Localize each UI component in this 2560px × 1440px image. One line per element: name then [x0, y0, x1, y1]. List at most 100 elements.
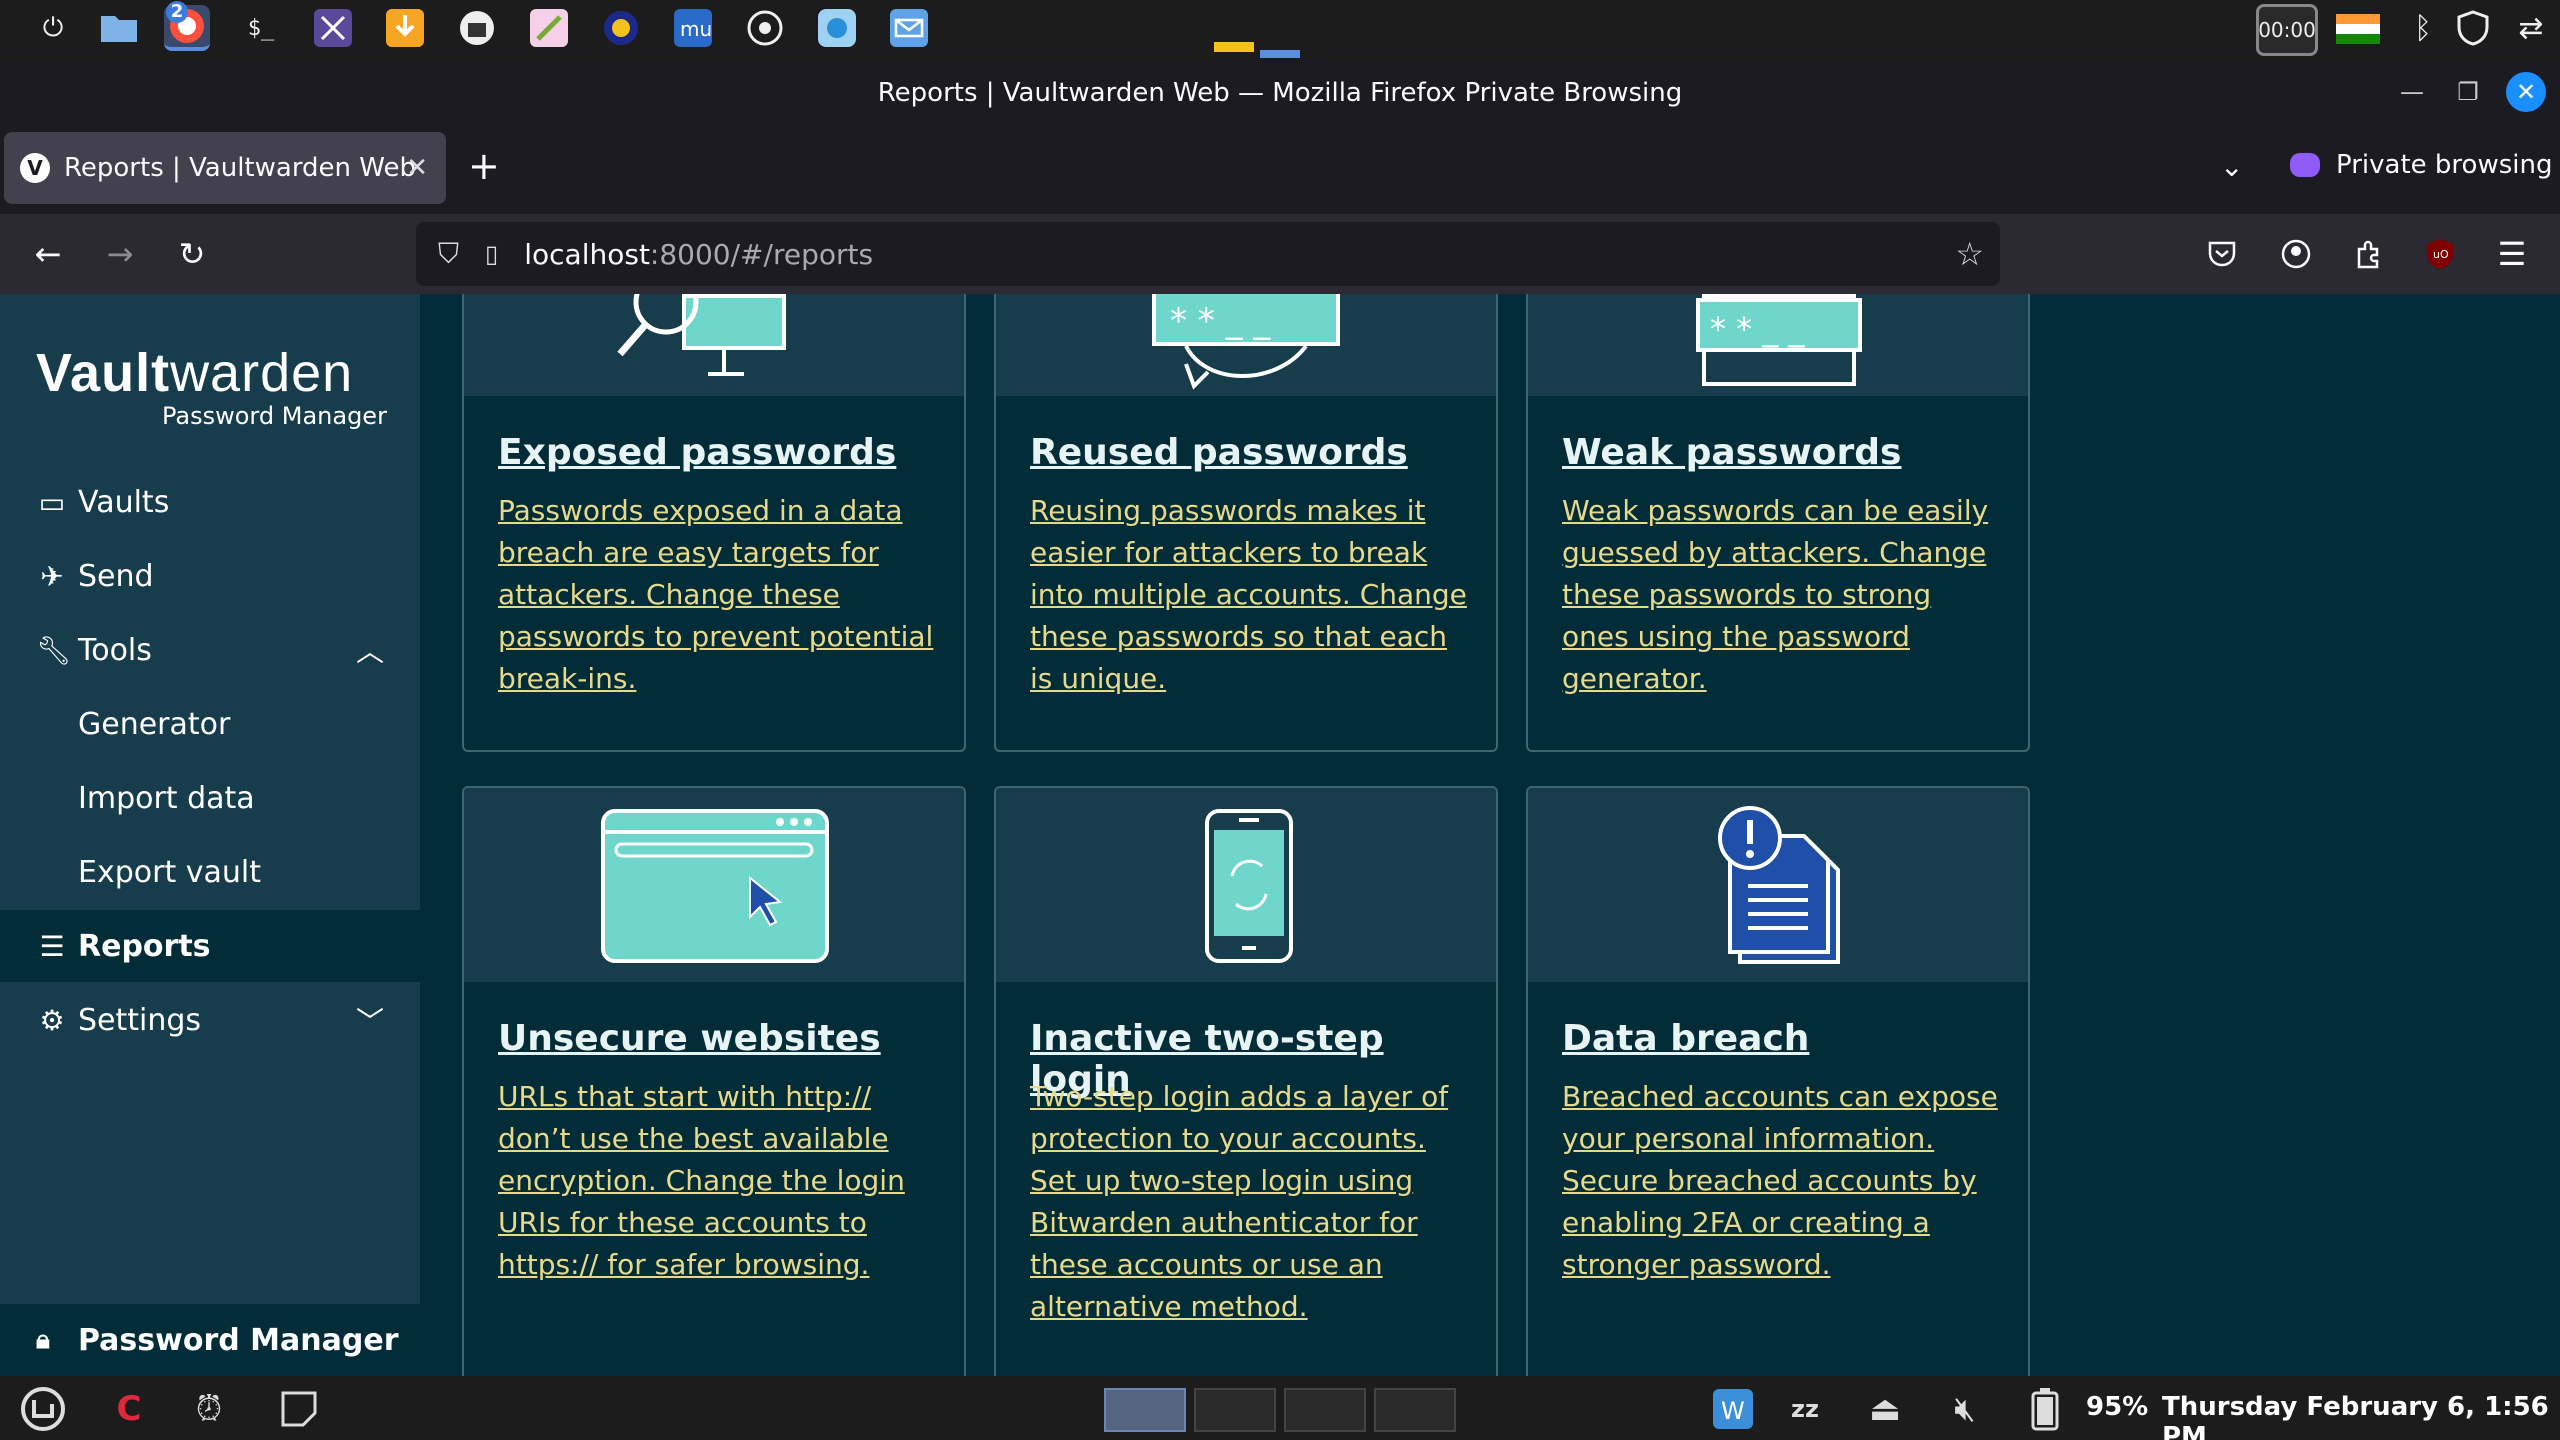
svg-text:W: W — [1721, 1397, 1745, 1425]
url-bar[interactable]: ⛉ ▯ localhost:8000/#/reports ☆ — [416, 222, 2000, 286]
minimize-icon[interactable]: — — [2392, 72, 2432, 112]
camera-app-icon[interactable] — [742, 5, 788, 51]
window-title: Reports | Vaultwarden Web — Mozilla Fire… — [0, 60, 2560, 130]
firefox-app-icon[interactable]: 2 — [164, 1, 210, 51]
store-app-icon[interactable] — [454, 5, 500, 51]
card-description[interactable]: Weak passwords can be easily guessed by … — [1562, 490, 2002, 700]
sidebar: Vaultwarden Password Manager ▭ Vaults ✈ … — [0, 294, 420, 1376]
url-path: :8000/#/reports — [649, 237, 874, 271]
card-description[interactable]: URLs that start with http:// don’t use t… — [498, 1076, 938, 1286]
card-title[interactable]: Data breach — [1562, 1018, 1809, 1059]
network-arrows-icon[interactable]: ⇄ — [2508, 5, 2554, 51]
shield-tray-icon[interactable] — [2450, 5, 2496, 51]
activity-indicator-icon — [1214, 42, 1254, 52]
browser-app-icon[interactable] — [814, 5, 860, 51]
mint-menu-icon[interactable] — [18, 1384, 68, 1434]
timer-widget[interactable]: 00:00 — [2256, 4, 2318, 56]
account-icon[interactable] — [2274, 232, 2318, 276]
sidebar-item-export-vault[interactable]: Export vault — [0, 836, 420, 908]
card-banner — [464, 788, 964, 982]
clock-datetime[interactable]: Thursday February 6, 1:56 PM — [2162, 1392, 2560, 1440]
bluetooth-icon[interactable]: ᛒ — [2400, 5, 2446, 51]
report-card-data-breach[interactable]: Data breach Breached accounts can expose… — [1526, 786, 2030, 1376]
sidebar-item-send[interactable]: ✈ Send — [0, 540, 420, 612]
notes-icon[interactable] — [274, 1384, 324, 1434]
sidebar-item-vaults[interactable]: ▭ Vaults — [0, 466, 420, 538]
private-browsing-label: Private browsing — [2336, 150, 2553, 180]
sidebar-item-settings[interactable]: ⚙ Settings ﹀ — [0, 984, 420, 1056]
private-browsing-indicator: Private browsing — [2290, 150, 2552, 180]
logo-v: V — [36, 343, 71, 403]
chevron-down-icon[interactable]: ﹀ — [356, 1000, 384, 1040]
eject-icon[interactable]: ⏏ — [1860, 1384, 1910, 1434]
vaultwarden-logo[interactable]: Vaultwarden Password Manager — [36, 342, 387, 430]
forward-icon[interactable]: → — [98, 232, 142, 276]
card-title[interactable]: Weak passwords — [1562, 432, 1901, 473]
report-card-inactive-two-step-login[interactable]: Inactive two-step login Two-step login a… — [994, 786, 1498, 1376]
report-card-weak-passwords[interactable]: * * _ _ Weak passwords Weak passwords ca… — [1526, 294, 2030, 752]
workspace-2[interactable] — [1194, 1388, 1276, 1432]
close-tab-icon[interactable]: ✕ — [406, 153, 428, 183]
bookmark-star-icon[interactable]: ☆ — [1955, 235, 1984, 273]
report-card-unsecure-websites[interactable]: Unsecure websites URLs that start with h… — [462, 786, 966, 1376]
sidebar-item-tools[interactable]: 🔧︎ Tools ︿ — [0, 614, 420, 686]
workspace-1[interactable] — [1104, 1388, 1186, 1432]
drawing-app-icon[interactable] — [526, 5, 572, 51]
card-description[interactable]: Breached accounts can expose your person… — [1562, 1076, 2002, 1286]
reused-passwords-illustration-icon: * * _ _ — [1152, 294, 1340, 390]
ccleaner-icon[interactable]: C — [104, 1384, 154, 1434]
alarm-clock-icon[interactable]: ⏰︎ — [184, 1384, 234, 1434]
writer-tray-icon[interactable]: W — [1708, 1384, 1758, 1434]
tracking-shield-icon[interactable]: ⛉ — [438, 237, 459, 271]
report-card-reused-passwords[interactable]: * * _ _ Reused passwords Reusing passwor… — [994, 294, 1498, 752]
mail-app-icon[interactable] — [886, 5, 932, 51]
close-window-icon[interactable]: ✕ — [2506, 72, 2546, 112]
chevron-up-icon[interactable]: ︿ — [356, 630, 384, 670]
installer-app-icon[interactable] — [382, 5, 428, 51]
card-banner — [464, 294, 964, 396]
workspace-4[interactable] — [1374, 1388, 1456, 1432]
sidebar-item-label: Generator — [78, 706, 231, 742]
card-title[interactable]: Exposed passwords — [498, 432, 896, 473]
extensions-icon[interactable] — [2346, 232, 2390, 276]
back-icon[interactable]: ← — [26, 232, 70, 276]
maximize-icon[interactable]: ❐ — [2448, 72, 2488, 112]
power-icon[interactable]: ⏻ — [30, 5, 76, 51]
reload-icon[interactable]: ↻ — [170, 232, 214, 276]
game-app-icon[interactable] — [598, 5, 644, 51]
sidebar-item-import-data[interactable]: Import data — [0, 762, 420, 834]
volume-muted-icon[interactable]: 🔇︎ — [1940, 1384, 1990, 1434]
report-card-exposed-passwords[interactable]: Exposed passwords Passwords exposed in a… — [462, 294, 966, 752]
chevron-down-icon[interactable]: ⌄ — [2220, 150, 2243, 183]
files-app-icon[interactable] — [96, 5, 142, 51]
card-banner: * * _ _ — [996, 294, 1496, 396]
sidebar-item-generator[interactable]: Generator — [0, 688, 420, 760]
sleep-zz-icon[interactable]: zz — [1780, 1384, 1830, 1434]
card-description[interactable]: Reusing passwords makes it easier for at… — [1030, 490, 1470, 700]
card-title[interactable]: Unsecure websites — [498, 1018, 881, 1059]
page-info-icon[interactable]: ▯ — [485, 240, 498, 268]
url-text[interactable]: localhost:8000/#/reports — [524, 238, 873, 271]
password-manager-switcher[interactable]: 🔒︎ Password Manager — [0, 1304, 420, 1376]
pocket-icon[interactable] — [2200, 232, 2244, 276]
card-banner — [996, 788, 1496, 982]
menu-hamburger-icon[interactable]: ☰ — [2490, 232, 2534, 276]
vault-icon: ▭ — [38, 485, 66, 519]
terminal-app-icon[interactable]: $_ — [238, 5, 284, 51]
ublock-icon[interactable]: uO — [2418, 232, 2462, 276]
card-title[interactable]: Reused passwords — [1030, 432, 1408, 473]
sidebar-item-label: Settings — [78, 1002, 202, 1038]
new-tab-icon[interactable]: + — [468, 144, 500, 188]
card-description[interactable]: Passwords exposed in a data breach are e… — [498, 490, 938, 700]
sidebar-item-reports[interactable]: ☰ Reports — [0, 910, 420, 982]
network-app-icon[interactable] — [310, 5, 356, 51]
battery-percent: 95% — [2086, 1392, 2149, 1422]
card-description[interactable]: Two-step login adds a layer of protectio… — [1030, 1076, 1470, 1328]
workspace-3[interactable] — [1284, 1388, 1366, 1432]
tab-reports[interactable]: V Reports | Vaultwarden Web ✕ — [4, 132, 446, 204]
mu-editor-app-icon[interactable]: mu — [670, 5, 716, 51]
india-flag-icon[interactable] — [2336, 14, 2380, 44]
tab-bar: V Reports | Vaultwarden Web ✕ + ⌄ Privat… — [0, 130, 2560, 214]
two-step-phone-illustration-icon — [1205, 809, 1293, 963]
battery-icon[interactable] — [2020, 1384, 2070, 1434]
